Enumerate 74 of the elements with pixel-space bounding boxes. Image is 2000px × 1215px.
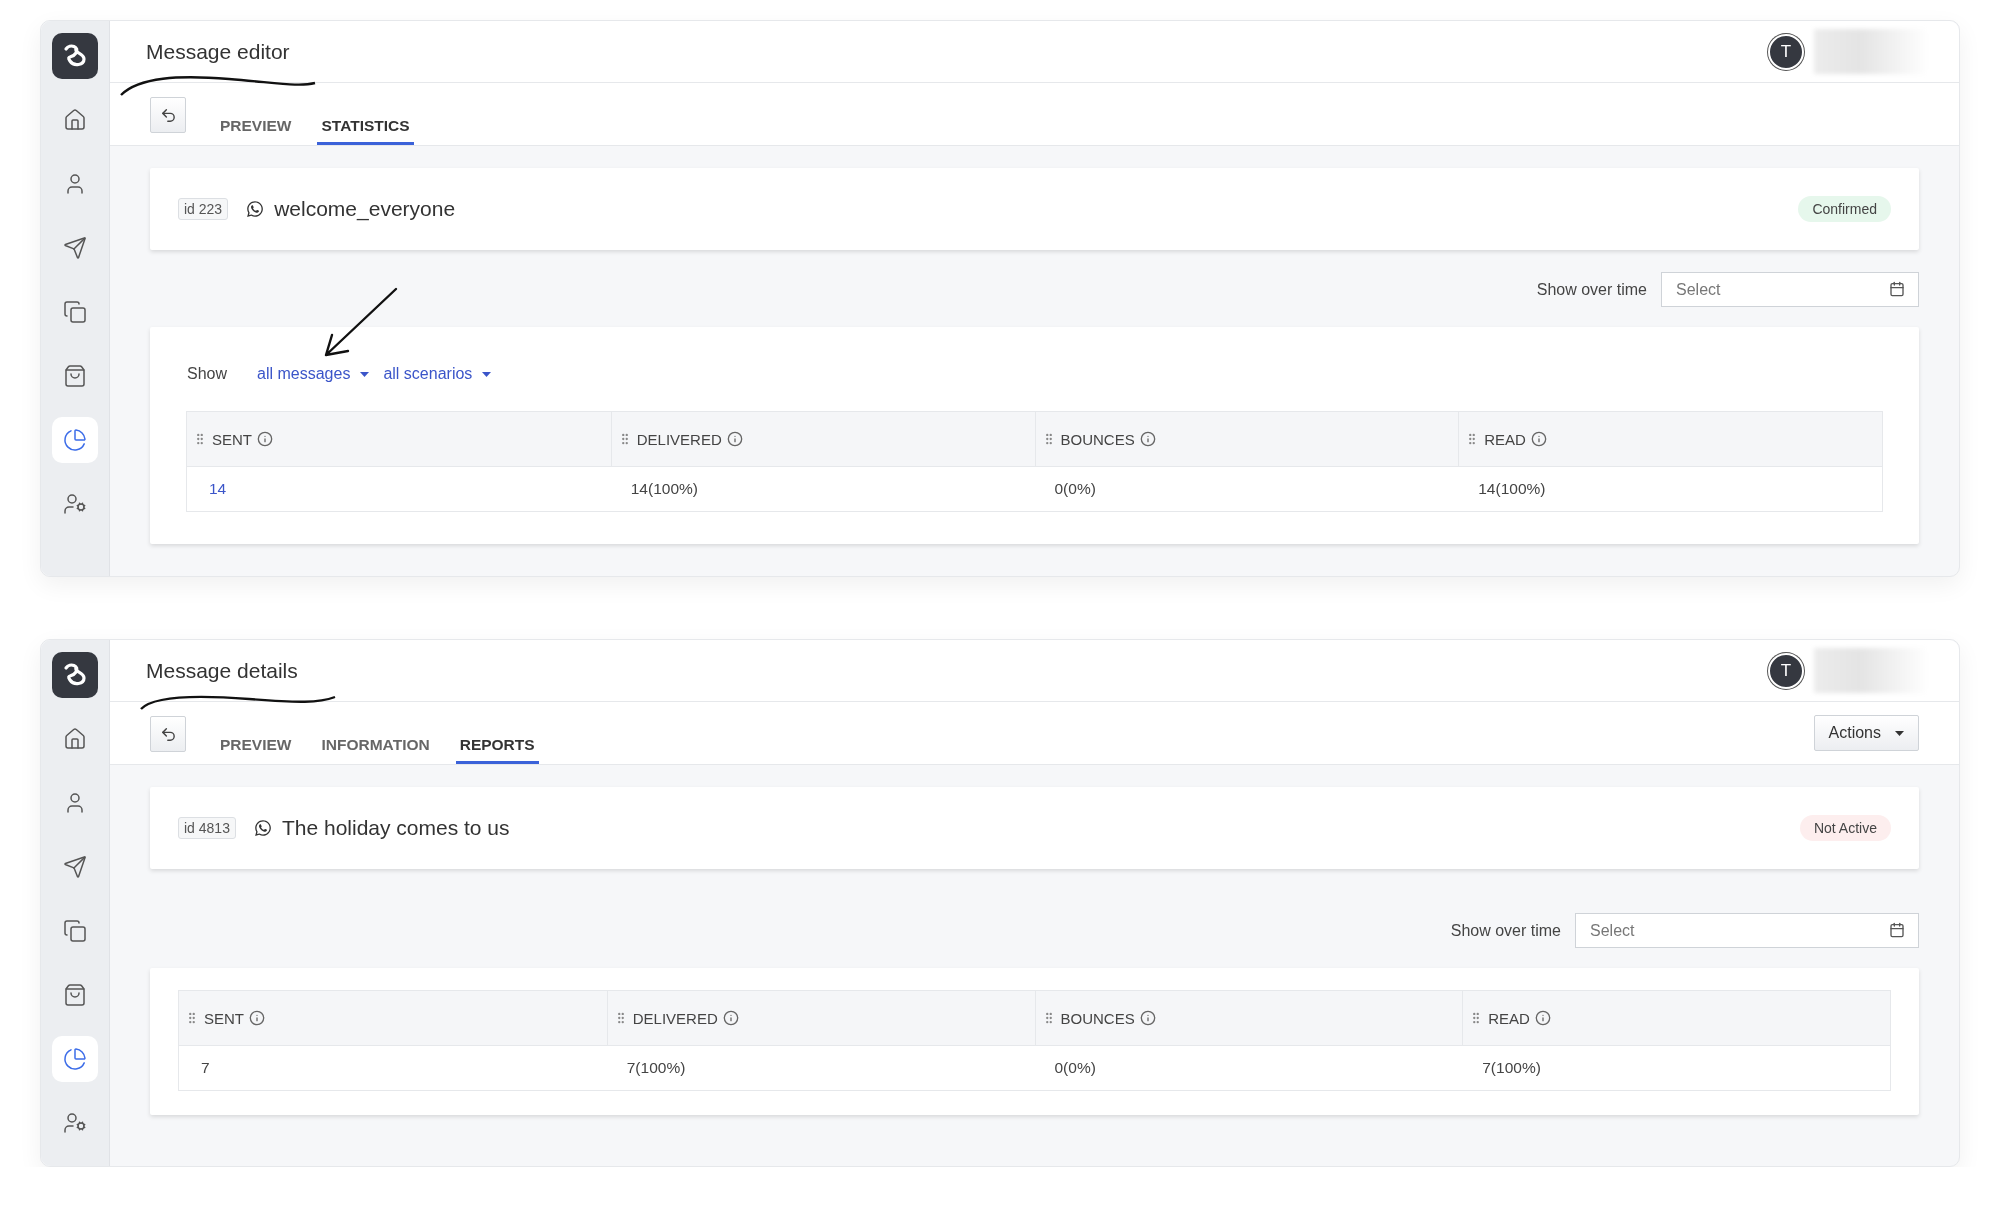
message-name: welcome_everyone	[274, 197, 457, 221]
back-button[interactable]	[150, 716, 186, 752]
info-icon[interactable]	[1139, 1010, 1156, 1026]
info-icon[interactable]	[726, 431, 743, 447]
column-label: READ	[1484, 430, 1526, 448]
whatsapp-icon	[253, 819, 272, 837]
user-settings-icon	[63, 492, 87, 516]
calendar-icon	[1889, 922, 1905, 938]
id-tag: id 4813	[178, 817, 236, 839]
status-badge: Not Active	[1799, 815, 1891, 841]
column-label: SENT	[204, 1009, 244, 1027]
column-label: DELIVERED	[632, 1009, 718, 1027]
send-icon	[63, 236, 87, 260]
user-settings-icon	[63, 1111, 87, 1135]
table-cell-text: 7(100%)	[625, 1058, 687, 1078]
show-over-time-label: Show over time	[1536, 280, 1647, 299]
logo-icon	[52, 652, 98, 698]
pie-chart-icon	[63, 1047, 87, 1071]
info-icon[interactable]	[249, 1010, 265, 1026]
page-title: Message details	[146, 658, 299, 683]
id-tag: id 223	[178, 198, 229, 220]
pie-chart-icon	[63, 428, 87, 452]
caret-icon	[482, 371, 492, 377]
sidebar-item[interactable]	[52, 417, 98, 463]
copy-icon	[63, 300, 87, 324]
column-label: BOUNCES	[1060, 1009, 1135, 1027]
tab[interactable]: STATISTICS	[317, 83, 414, 145]
info-icon[interactable]	[722, 1010, 739, 1026]
table-cell-text: 0(0%)	[1053, 1058, 1097, 1078]
status-badge: Confirmed	[1798, 196, 1891, 222]
show-label: Show	[187, 365, 228, 383]
tab[interactable]: INFORMATION	[317, 702, 434, 764]
logo-icon	[52, 33, 98, 79]
shopping-bag-icon	[63, 983, 87, 1007]
home-icon	[63, 727, 87, 751]
copy-icon	[63, 919, 87, 943]
send-icon	[63, 855, 87, 879]
calendar-icon	[1889, 281, 1905, 297]
back-icon	[159, 106, 177, 124]
table-cell-text: 14(100%)	[1477, 479, 1547, 499]
user-avatar[interactable]: T	[1768, 652, 1804, 689]
info-icon[interactable]	[1530, 431, 1547, 447]
back-button[interactable]	[150, 97, 186, 133]
filter-dropdown[interactable]: all scenarios	[383, 365, 492, 383]
table-cell-link[interactable]: 14	[187, 467, 611, 511]
tab[interactable]: PREVIEW	[216, 702, 296, 764]
show-over-time-label: Show over time	[1450, 921, 1561, 940]
filter-dropdown[interactable]: all messages	[257, 365, 370, 383]
tab[interactable]: PREVIEW	[216, 83, 296, 145]
date-select-field[interactable]: Select	[1661, 272, 1919, 307]
sidebar-item[interactable]	[52, 1036, 98, 1082]
tab[interactable]: REPORTS	[455, 702, 539, 764]
actions-button[interactable]: Actions	[1813, 715, 1919, 751]
info-icon[interactable]	[1534, 1010, 1551, 1026]
whatsapp-icon	[246, 200, 265, 218]
caret-icon	[360, 371, 370, 377]
info-icon[interactable]	[1139, 431, 1156, 447]
home-icon	[63, 108, 87, 132]
message-name: The holiday comes to us	[281, 816, 511, 840]
date-select-field[interactable]: Select	[1575, 913, 1919, 948]
column-label: SENT	[212, 430, 252, 448]
caret-icon	[1895, 730, 1904, 736]
table-cell-text: 14(100%)	[629, 479, 699, 499]
table-cell-text: 7(100%)	[1481, 1058, 1542, 1078]
table-cell-text: 0(0%)	[1053, 479, 1097, 499]
info-icon[interactable]	[257, 431, 273, 447]
column-label: READ	[1488, 1009, 1530, 1027]
back-icon	[159, 725, 177, 743]
column-label: DELIVERED	[636, 430, 722, 448]
shopping-bag-icon	[63, 364, 87, 388]
page-title: Message editor	[146, 39, 291, 64]
user-avatar[interactable]: T	[1768, 33, 1804, 70]
table-cell-text: 7	[200, 1058, 211, 1078]
column-label: BOUNCES	[1060, 430, 1135, 448]
